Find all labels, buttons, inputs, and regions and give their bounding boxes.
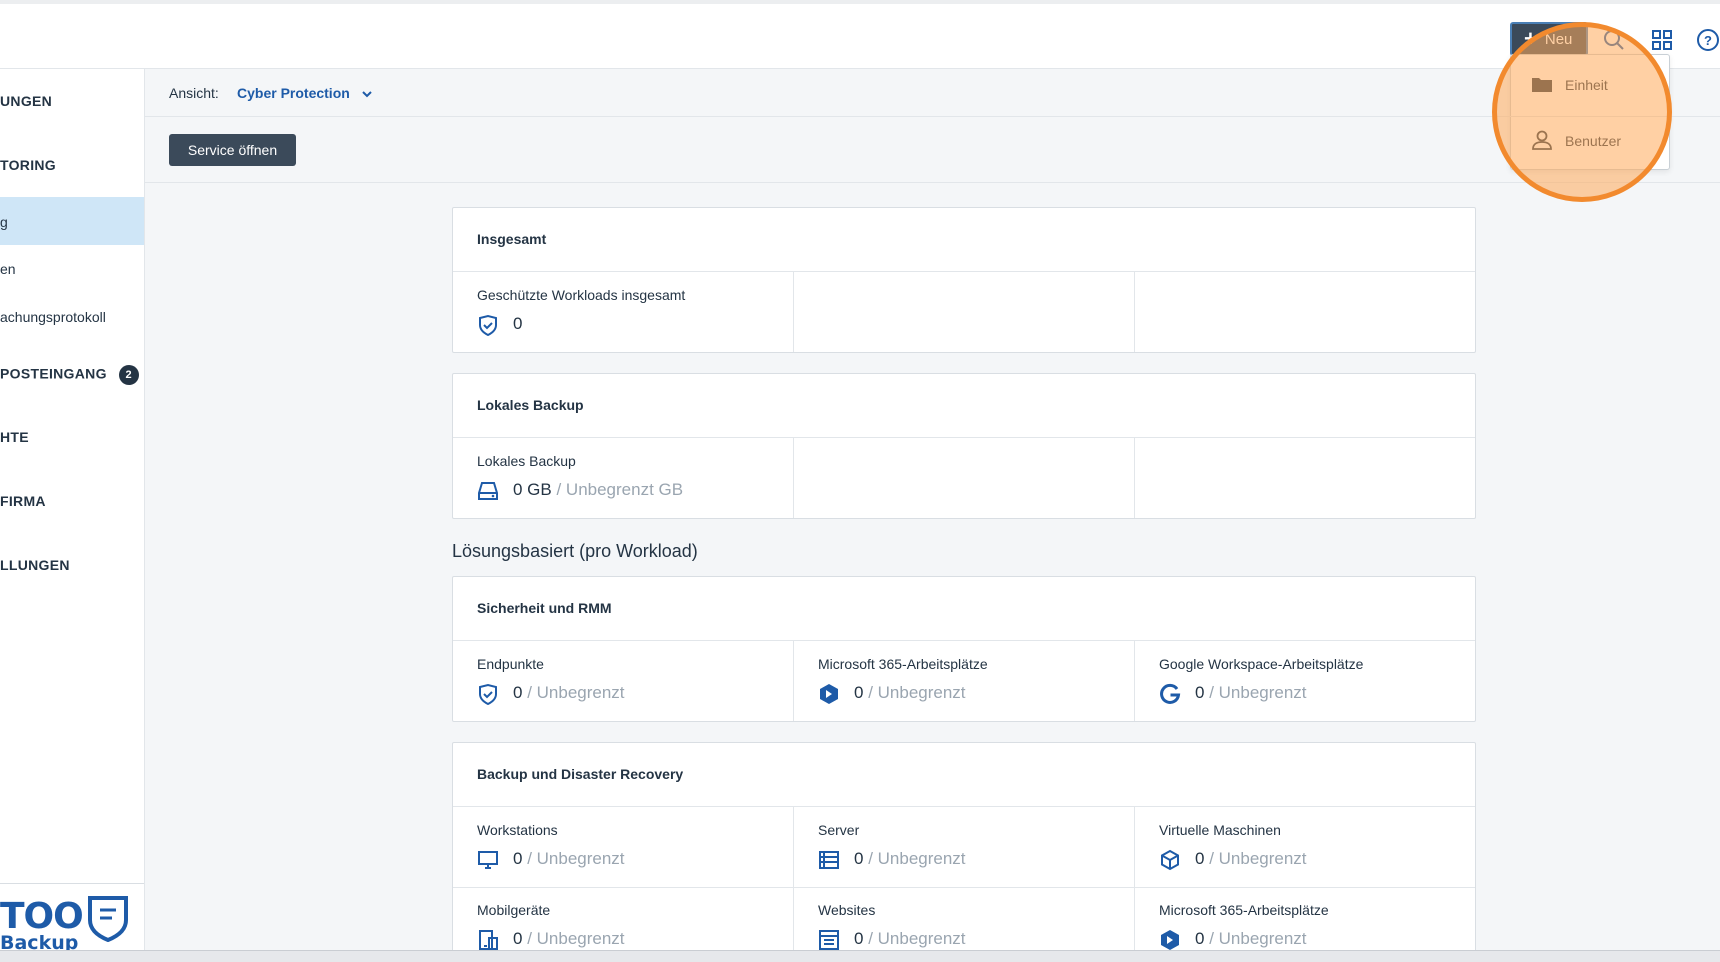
top-bar: + Neu ? [0,0,1720,69]
metric-label: Microsoft 365-Arbeitsplätze [1159,902,1329,918]
sidebar-item-label: POSTEINGANG [0,365,107,382]
view-selector-bar: Ansicht: Cyber Protection [145,69,1720,117]
window-bottom-edge [0,950,1720,962]
shield-icon [477,683,499,706]
metric-label: Virtuelle Maschinen [1159,822,1281,838]
menu-item-benutzer[interactable]: Benutzer [1511,121,1669,161]
metric-label: Mobilgeräte [477,902,551,918]
metric-cell: Virtuelle Maschinen 0 / Unbegrenzt [1135,807,1475,887]
metric-cell: Endpunkte 0 / Unbegrenzt [453,641,794,721]
website-icon [818,929,840,951]
view-label: Ansicht: [169,85,219,101]
sidebar-item-6[interactable]: LLUNGEN [0,557,144,573]
metric-value: 0 / Unbegrenzt [854,683,966,702]
divider [145,182,1720,183]
metric-value: 0 [513,314,523,333]
card-title: Lokales Backup [477,397,584,413]
inbox-count-badge: 2 [118,365,139,385]
plus-icon: + [1524,26,1537,51]
metric-cell: Workstations 0 / Unbegrenzt [453,807,794,887]
empty-cell [1135,438,1475,518]
sidebar-item-4[interactable]: HTE [0,429,144,445]
monitor-icon [477,849,499,871]
empty-cell [794,272,1135,352]
google-icon [1159,683,1181,705]
card-title: Insgesamt [477,231,547,247]
sidebar-subitem-3[interactable]: achungsprotokoll [0,309,144,325]
section-title: Lösungsbasiert (pro Workload) [452,541,698,561]
card-header: Lokales Backup [453,374,1475,438]
sidebar: UNGEN TORING g en achungsprotokoll POSTE… [0,69,145,962]
metric-cell: Lokales Backup 0 GB / Unbegrenzt GB [453,438,794,518]
metric-value: 0 / Unbegrenzt [854,929,966,948]
chevron-down-icon[interactable] [361,87,373,105]
metric-cell: Google Workspace-Arbeitsplätze 0 / Unbeg… [1135,641,1475,721]
card-title: Sicherheit und RMM [477,600,612,616]
help-icon[interactable]: ? [1696,28,1720,52]
metric-value: 0 / Unbegrenzt [513,929,625,948]
m365-icon [1159,929,1181,951]
metric-value: 0 / Unbegrenzt [1195,849,1307,868]
logo-shield-icon [86,894,130,947]
metric-cell: Server 0 / Unbegrenzt [794,807,1135,887]
card-lokales-backup: Lokales Backup Lokales Backup 0 GB / Unb… [452,373,1476,519]
mobile-icon [477,929,499,951]
svg-text:?: ? [1704,33,1712,48]
sidebar-item-1[interactable]: UNGEN [0,93,144,109]
search-icon[interactable] [1602,28,1626,52]
metric-label: Geschützte Workloads insgesamt [477,287,686,303]
card-sicherheit-rmm: Sicherheit und RMM Endpunkte 0 / Unbegre… [452,576,1476,722]
drive-icon [477,480,499,502]
user-icon [1531,130,1553,153]
metric-value: 0 / Unbegrenzt [1195,929,1307,948]
menu-item-label: Benutzer [1565,133,1622,149]
sidebar-subitem-2[interactable]: en [0,261,144,277]
metric-label: Google Workspace-Arbeitsplätze [1159,656,1364,672]
shield-icon [477,314,499,337]
metric-value: 0 / Unbegrenzt [513,683,625,702]
card-title: Backup und Disaster Recovery [477,766,684,782]
sidebar-item-5[interactable]: FIRMA [0,493,144,509]
metric-cell: Geschützte Workloads insgesamt 0 [453,272,794,352]
sidebar-item-2[interactable]: TORING [0,157,144,173]
empty-cell [1135,272,1475,352]
metric-label: Workstations [477,822,558,838]
metric-label: Endpunkte [477,656,544,672]
view-selector[interactable]: Cyber Protection [237,85,350,101]
card-insgesamt: Insgesamt Geschützte Workloads insgesamt… [452,207,1476,353]
server-icon [818,849,840,871]
card-backup-dr: Backup und Disaster Recovery Workstation… [452,742,1476,962]
m365-icon [818,683,840,705]
open-service-button[interactable]: Service öffnen [169,134,296,166]
metric-label: Lokales Backup [477,453,576,469]
metric-value: 0 / Unbegrenzt [513,849,625,868]
card-header: Sicherheit und RMM [453,577,1475,641]
grid-icon[interactable] [1650,28,1674,52]
sidebar-item-inbox[interactable]: POSTEINGANG 2 [0,365,144,385]
metric-value: 0 GB / Unbegrenzt GB [513,480,684,499]
card-header: Insgesamt [453,208,1475,272]
new-button[interactable]: + Neu [1510,22,1588,56]
logo-text: TOO [0,896,84,937]
metric-value: 0 / Unbegrenzt [1195,683,1307,702]
card-header: Backup und Disaster Recovery [453,743,1475,807]
empty-cell [794,438,1135,518]
metric-value: 0 / Unbegrenzt [854,849,966,868]
metric-cell: Microsoft 365-Arbeitsplätze 0 / Unbegren… [794,641,1135,721]
metric-label: Websites [818,902,876,918]
cube-icon [1159,849,1181,871]
metric-label: Microsoft 365-Arbeitsplätze [818,656,988,672]
sidebar-subitem-active[interactable]: g [0,214,144,230]
metric-label: Server [818,822,860,838]
new-button-label: Neu [1544,30,1573,48]
